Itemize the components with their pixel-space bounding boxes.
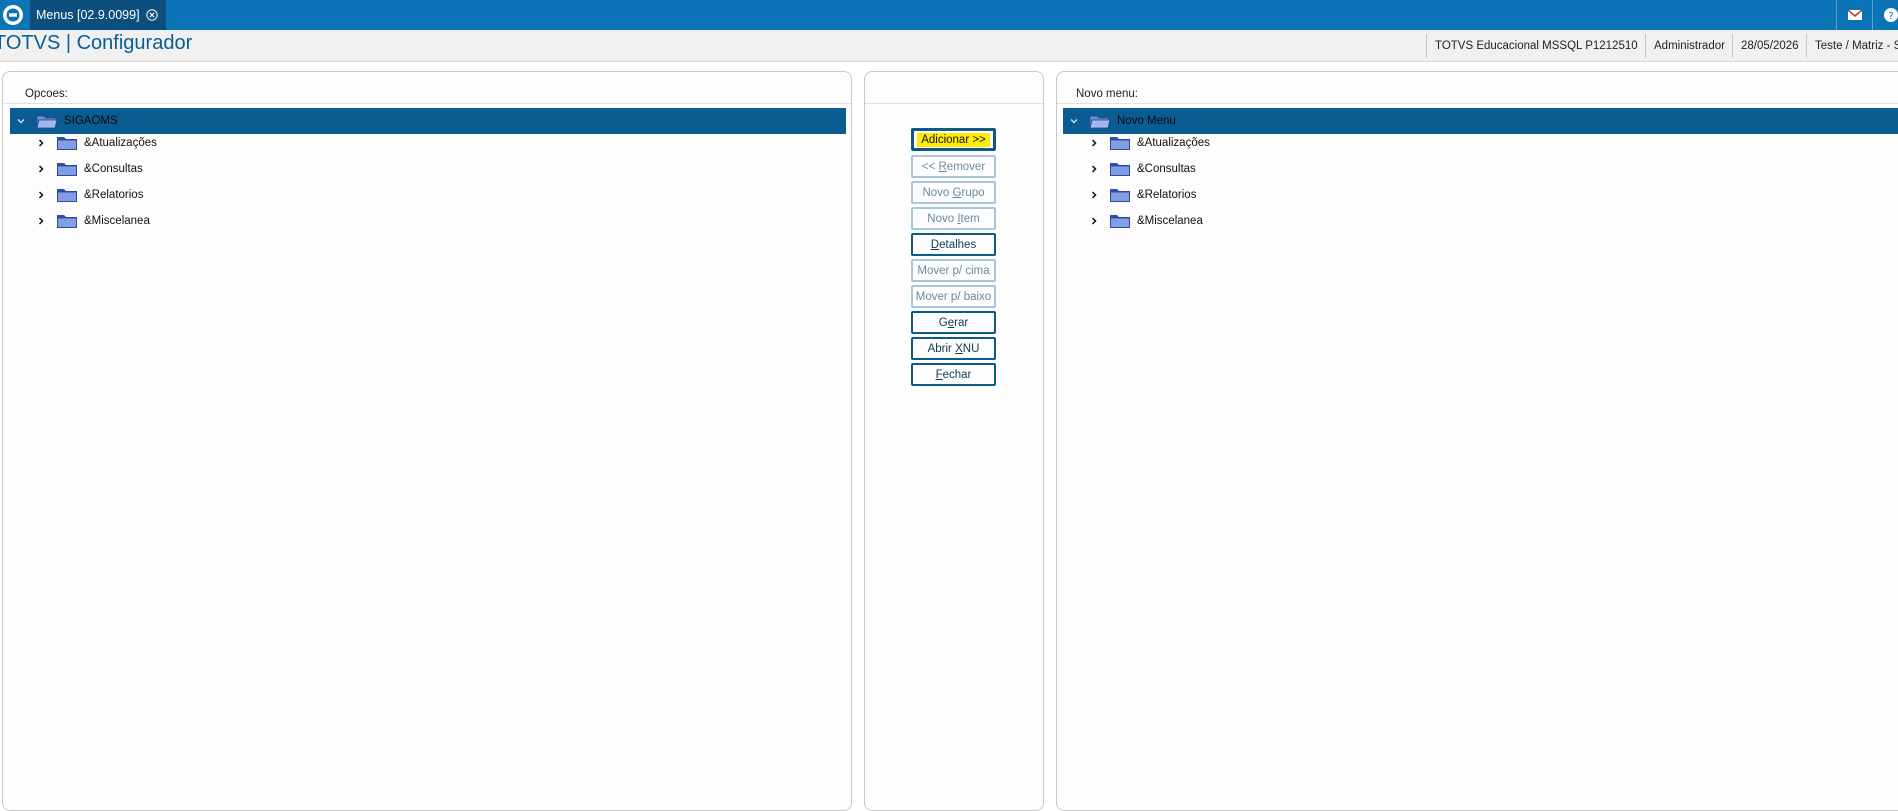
move-up-label: Mover p/ cima: [917, 264, 990, 277]
close-button[interactable]: Fechar: [911, 363, 996, 386]
details-label-key: D: [930, 238, 940, 251]
move-down-button[interactable]: Mover p/ baixo: [911, 285, 996, 308]
open-xnu-button[interactable]: Abrir X NU: [911, 337, 996, 360]
chevron-down-icon[interactable]: [14, 114, 28, 128]
move-up-button[interactable]: Mover p/ cima: [911, 259, 996, 282]
chevron-down-icon[interactable]: [1067, 114, 1081, 128]
remove-label-a: <<: [921, 160, 939, 173]
date-label: 28/05/2026: [1732, 34, 1807, 58]
help-icon[interactable]: ?: [1872, 0, 1898, 30]
generate-label-a: G: [938, 316, 948, 329]
folder-icon: [1101, 135, 1137, 151]
new-group-label-b: rupo: [961, 186, 985, 199]
chevron-right-icon[interactable]: [34, 162, 48, 176]
chevron-right-icon[interactable]: [34, 136, 48, 150]
tree-item-label: &Relatorios: [1137, 189, 1197, 201]
new-group-label-a: Novo: [922, 186, 953, 199]
company-label: Teste / Matriz - Sp: [1806, 34, 1898, 58]
tree-item[interactable]: &Relatorios: [34, 182, 143, 208]
open-xnu-label-b: NU: [962, 342, 980, 355]
options-panel: Opcoes: SIGAOMS &Atualizações &Consultas…: [2, 71, 852, 811]
totvs-logo-icon[interactable]: [0, 0, 26, 30]
user-label: Administrador: [1645, 34, 1733, 58]
tree-item-label: &Atualizações: [1137, 137, 1210, 149]
options-label: Opcoes:: [25, 88, 68, 100]
move-down-label: Mover p/ baixo: [915, 290, 992, 303]
generate-label-b: rar: [954, 316, 969, 329]
folder-icon: [1101, 213, 1137, 229]
close-tab-icon[interactable]: [145, 9, 158, 21]
tree-root-label: SIGAOMS: [64, 115, 118, 127]
new-group-label-key: G: [952, 186, 962, 199]
tree-item[interactable]: &Consultas: [34, 156, 143, 182]
remove-label-key: R: [938, 160, 947, 173]
folder-open-icon: [1081, 113, 1117, 129]
top-bar: Menus [02.9.0099] ?: [0, 0, 1898, 30]
open-xnu-label-key: X: [955, 342, 963, 355]
generate-button[interactable]: Ge rar: [911, 311, 996, 334]
tree-item-label: &Relatorios: [84, 189, 144, 201]
tree-item-label: &Consultas: [84, 163, 143, 175]
svg-text:?: ?: [1888, 11, 1893, 22]
tree-item[interactable]: &Miscelanea: [34, 208, 150, 234]
folder-icon: [1101, 187, 1137, 203]
folder-icon: [48, 213, 84, 229]
tree-item[interactable]: &Atualizações: [1087, 130, 1210, 156]
details-button[interactable]: Detalhes: [911, 233, 996, 256]
add-button-label: Adicionar >>: [917, 132, 990, 147]
tree-item[interactable]: &Miscelanea: [1087, 208, 1203, 234]
new-item-button[interactable]: Novo Item: [911, 207, 996, 230]
new-group-button[interactable]: Novo Grupo: [911, 181, 996, 204]
folder-icon: [1101, 161, 1137, 177]
remove-button[interactable]: << Remover: [911, 155, 996, 178]
remove-label-b: emover: [946, 160, 986, 173]
tree-item[interactable]: &Consultas: [1087, 156, 1196, 182]
details-label-b: etalhes: [939, 238, 977, 251]
divider: [865, 103, 1043, 104]
folder-icon: [48, 161, 84, 177]
tree-item[interactable]: &Relatorios: [1087, 182, 1196, 208]
chevron-right-icon[interactable]: [1087, 162, 1101, 176]
chevron-right-icon[interactable]: [34, 188, 48, 202]
open-xnu-label-a: Abrir: [927, 342, 956, 355]
chevron-right-icon[interactable]: [34, 214, 48, 228]
folder-icon: [48, 135, 84, 151]
environment-label: TOTVS Educacional MSSQL P1212510: [1426, 34, 1646, 58]
divider: [3, 103, 851, 104]
tree-item-label: &Miscelanea: [1137, 215, 1203, 227]
tab-title: Menus [02.9.0099]: [36, 8, 140, 22]
close-label-b: echar: [942, 368, 972, 381]
tab-menus[interactable]: Menus [02.9.0099]: [30, 0, 166, 30]
page-title: TOTVS | Configurador: [0, 32, 193, 54]
new-item-label-a: Novo: [927, 212, 958, 225]
header-bar: TOTVS | Configurador TOTVS Educacional M…: [0, 30, 1898, 62]
tree-root-label: Novo Menu: [1117, 115, 1176, 127]
chevron-right-icon[interactable]: [1087, 214, 1101, 228]
folder-icon: [48, 187, 84, 203]
chevron-right-icon[interactable]: [1087, 136, 1101, 150]
divider: [1057, 103, 1898, 104]
tree-item[interactable]: &Atualizações: [34, 130, 157, 156]
mail-icon[interactable]: [1836, 0, 1872, 30]
close-label-key: F: [935, 368, 943, 381]
new-menu-label: Novo menu:: [1076, 88, 1139, 100]
chevron-right-icon[interactable]: [1087, 188, 1101, 202]
folder-open-icon: [28, 113, 64, 129]
tree-item-label: &Consultas: [1137, 163, 1196, 175]
new-item-label-b: tem: [960, 212, 980, 225]
tree-item-label: &Atualizações: [84, 137, 157, 149]
tree-item-label: &Miscelanea: [84, 215, 150, 227]
new-menu-panel: Novo menu: Novo Menu &Atualizações &Cons…: [1056, 71, 1898, 811]
add-button[interactable]: Adicionar >>: [911, 128, 996, 151]
